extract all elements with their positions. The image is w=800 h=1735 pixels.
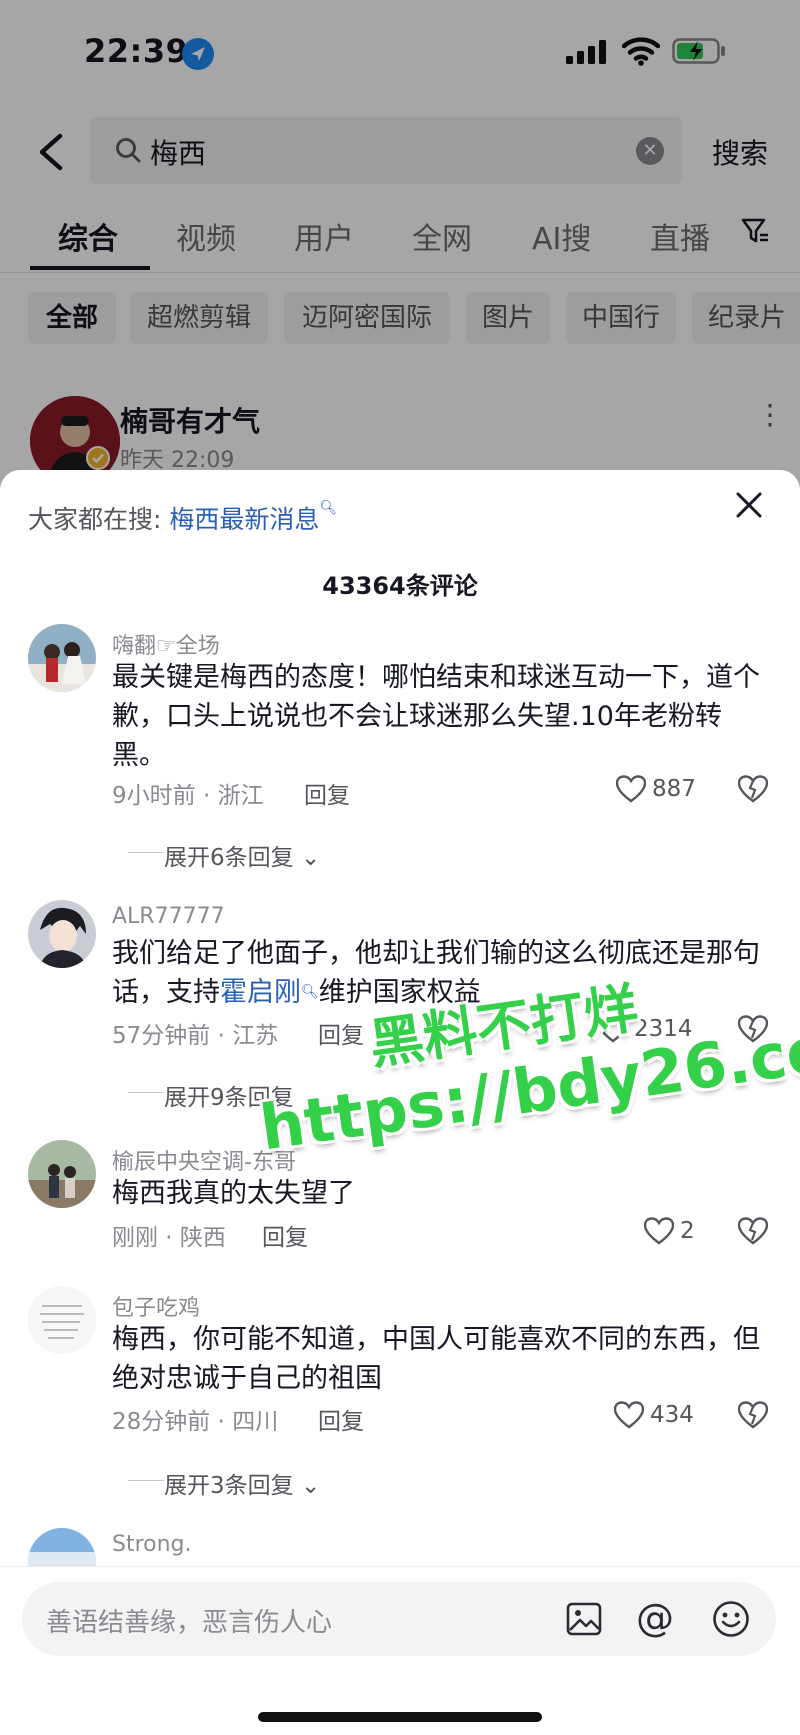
mention-link[interactable]: 霍启刚 — [220, 977, 301, 1008]
search-icon: 🔍︎ — [319, 500, 338, 516]
dislike-icon[interactable] — [738, 1216, 768, 1246]
reply-button[interactable]: 回复 — [318, 1016, 364, 1050]
reply-button[interactable]: 回复 — [318, 1402, 364, 1436]
comment-input-placeholder: 善语结善缘，恶言伤人心 — [46, 1608, 333, 1638]
expand-replies-button[interactable]: 展开6条回复 ⌄ — [164, 838, 320, 872]
search-icon: 🔍︎ — [301, 984, 319, 1000]
like-count: 887 — [652, 776, 696, 802]
emoji-icon[interactable] — [712, 1600, 750, 1638]
avatar[interactable] — [28, 624, 96, 692]
comment-meta: 刚刚 · 陕西 — [112, 1225, 226, 1251]
comment-author[interactable]: ALR77777 — [112, 904, 225, 929]
avatar[interactable] — [28, 1140, 96, 1208]
like-count: 2 — [680, 1218, 695, 1244]
expand-replies-label: 展开3条回复 — [164, 1473, 294, 1499]
comment-meta: 57分钟前 · 江苏 — [112, 1023, 279, 1049]
like-heart-icon[interactable] — [614, 1401, 644, 1429]
divider — [0, 1566, 800, 1567]
comment-text[interactable]: 梅西我真的太失望了 — [112, 1174, 772, 1213]
dislike-icon[interactable] — [738, 774, 768, 804]
mention-at-icon[interactable]: @ — [636, 1596, 674, 1640]
divider — [128, 1092, 164, 1093]
comment-author[interactable]: Strong. — [112, 1532, 192, 1557]
avatar[interactable] — [28, 900, 96, 968]
comment-text[interactable]: 梅西，你可能不知道，中国人可能喜欢不同的东西，但绝对忠诚于自己的祖国 — [112, 1320, 772, 1398]
image-icon[interactable] — [566, 1602, 602, 1636]
dim-overlay[interactable] — [0, 0, 800, 500]
chevron-down-icon: ⌄ — [293, 1473, 321, 1499]
like-count: 434 — [650, 1402, 694, 1428]
comment-text[interactable]: 最关键是梅西的态度！哪怕结束和球迷互动一下，道个歉，口头上说说也不会让球迷那么失… — [112, 658, 772, 775]
like-heart-icon[interactable] — [644, 1217, 674, 1245]
comment-meta: 28分钟前 · 四川 — [112, 1409, 279, 1435]
comment-author[interactable]: 嗨翻☞全场 — [112, 628, 220, 660]
trending-link[interactable]: 梅西最新消息 — [169, 505, 319, 534]
chevron-down-icon: ⌄ — [293, 845, 321, 871]
trending-search: 大家都在搜: 梅西最新消息🔍︎ — [28, 500, 337, 536]
comment-author[interactable]: 包子吃鸡 — [112, 1290, 200, 1322]
divider — [128, 852, 164, 853]
home-indicator[interactable] — [258, 1712, 542, 1722]
reply-button[interactable]: 回复 — [262, 1218, 308, 1252]
like-heart-icon[interactable] — [616, 775, 646, 803]
reply-button[interactable]: 回复 — [304, 776, 350, 810]
dislike-icon[interactable] — [738, 1400, 768, 1430]
divider — [128, 1480, 164, 1481]
avatar[interactable] — [28, 1286, 96, 1354]
close-icon[interactable] — [732, 488, 766, 522]
expand-replies-button[interactable]: 展开3条回复 ⌄ — [164, 1466, 320, 1500]
expand-replies-label: 展开6条回复 — [164, 845, 294, 871]
comment-count: 43364条评论 — [322, 572, 478, 600]
trending-prefix: 大家都在搜: — [28, 505, 162, 534]
comment-meta: 9小时前 · 浙江 — [112, 783, 264, 809]
